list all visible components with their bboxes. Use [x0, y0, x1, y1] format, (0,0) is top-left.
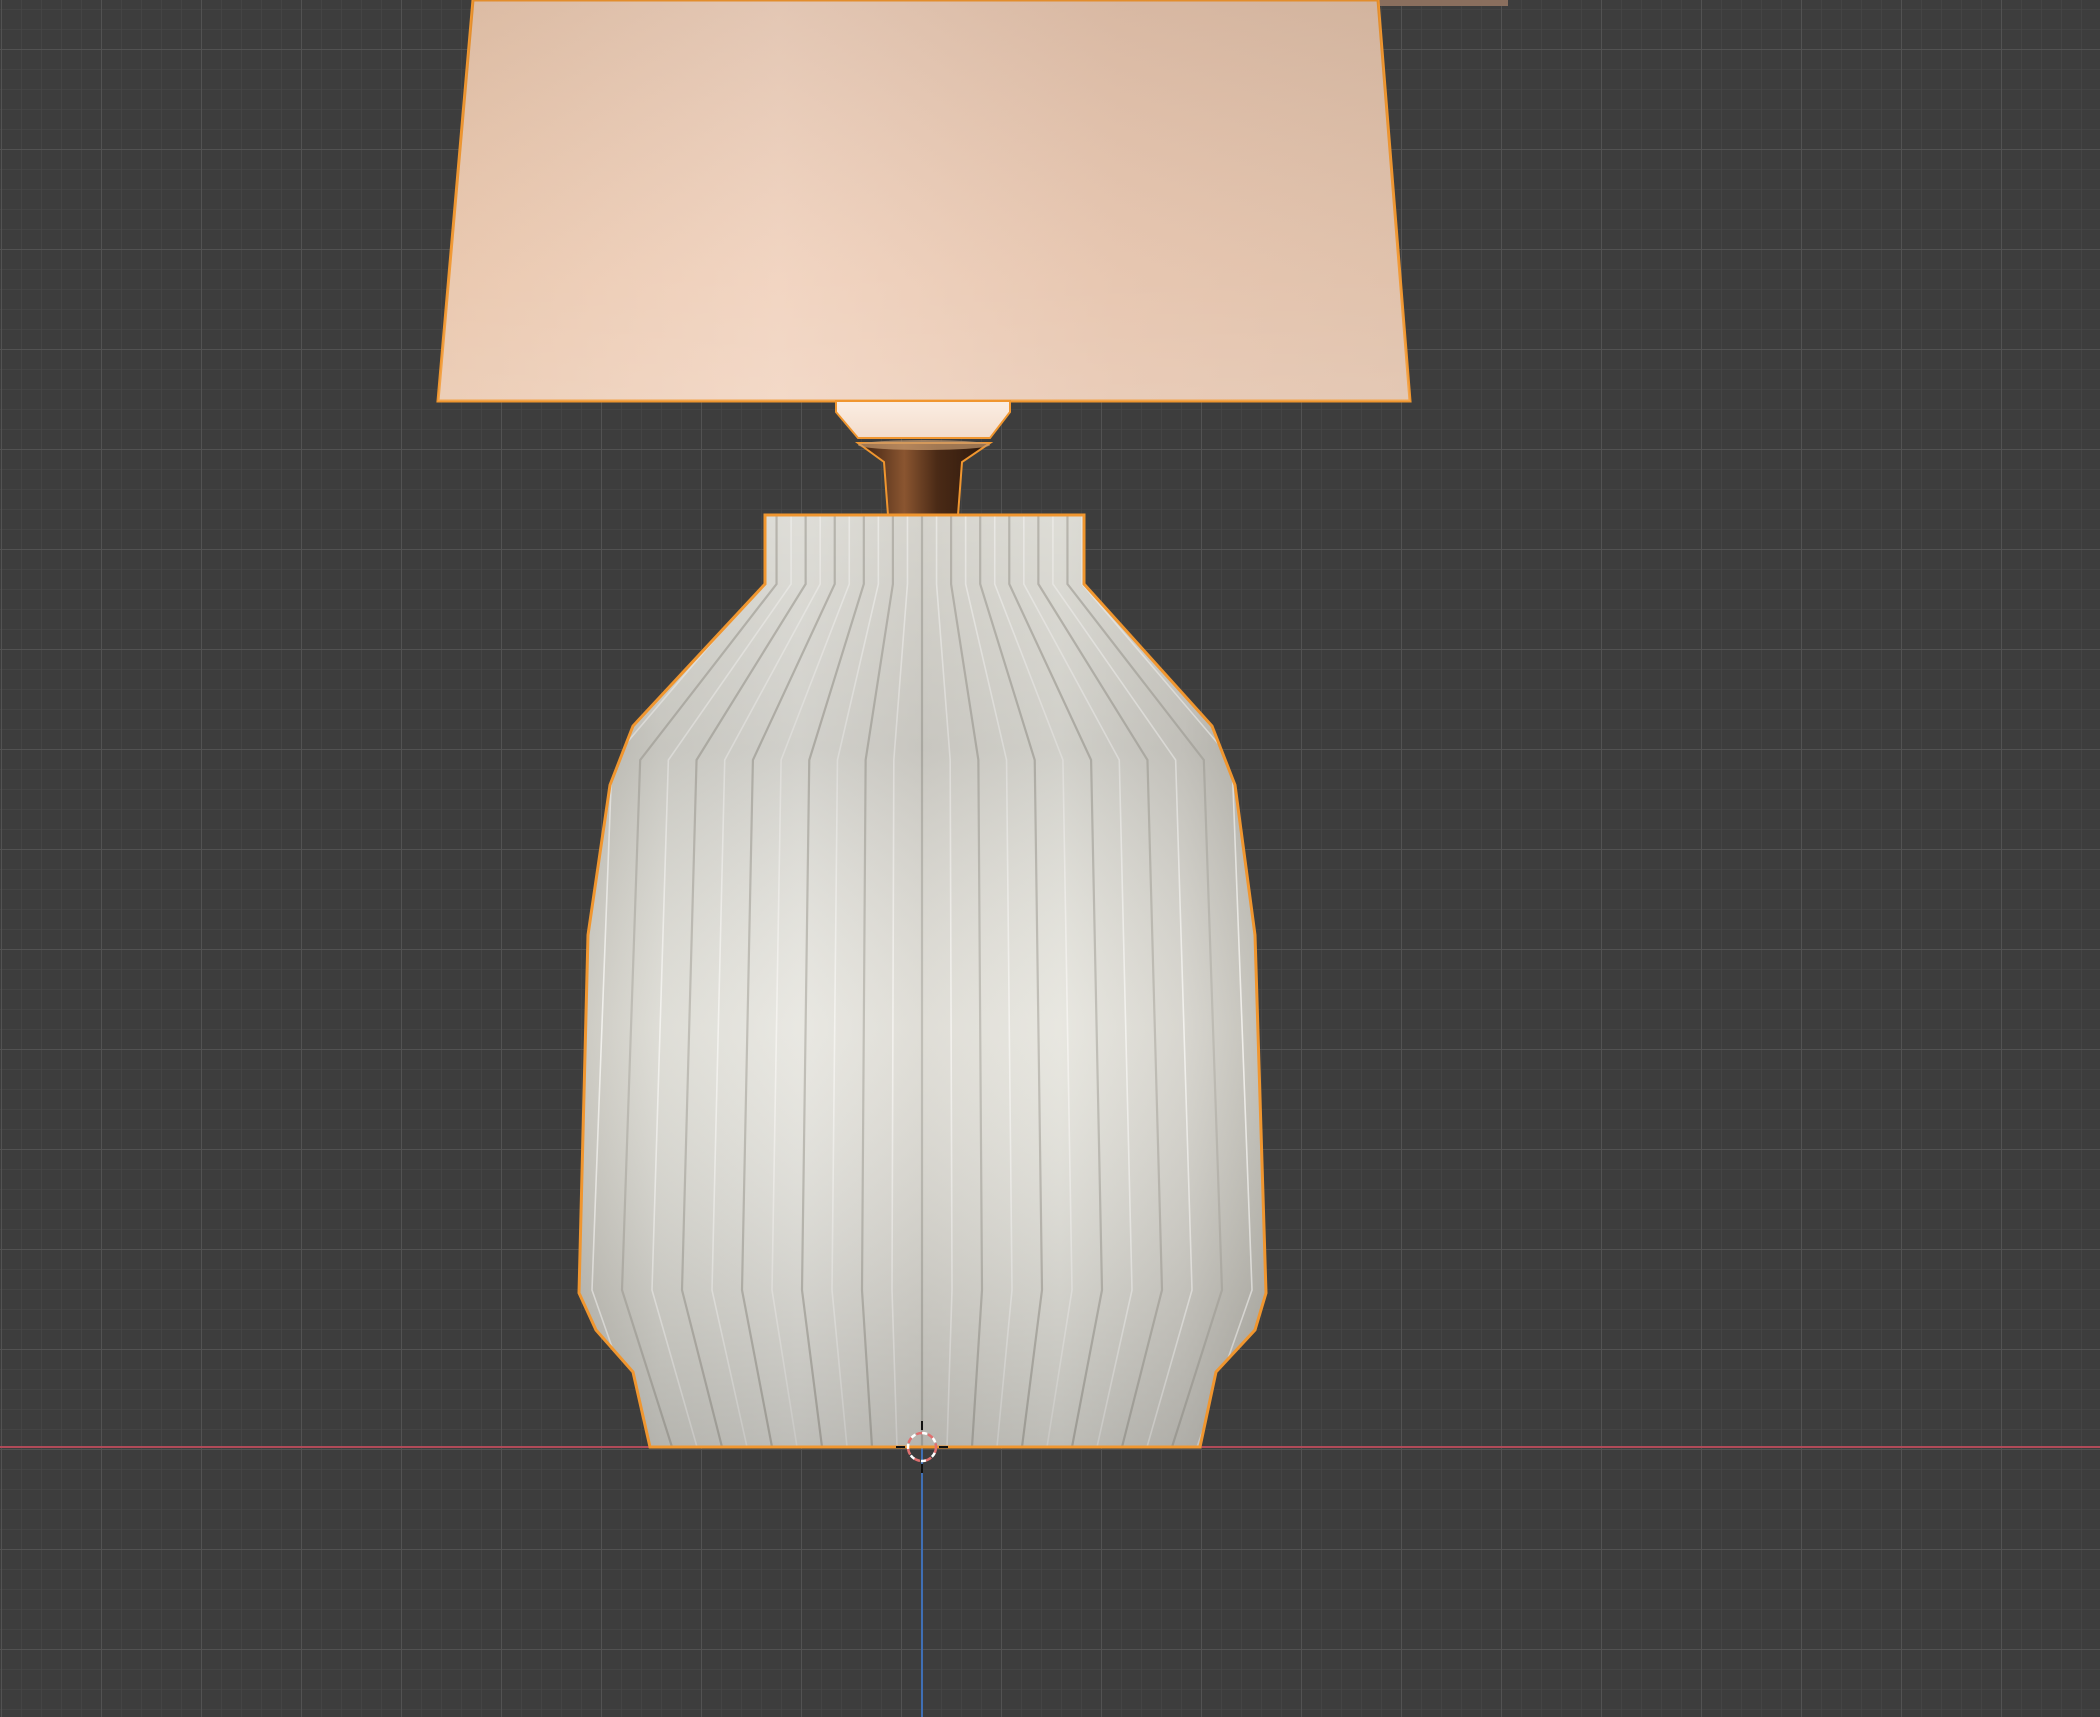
bulb	[835, 400, 1011, 439]
lamp-shade[interactable]	[436, 0, 1508, 403]
3d-viewport[interactable]	[0, 0, 2100, 1717]
scene-canvas[interactable]	[0, 0, 2100, 1717]
